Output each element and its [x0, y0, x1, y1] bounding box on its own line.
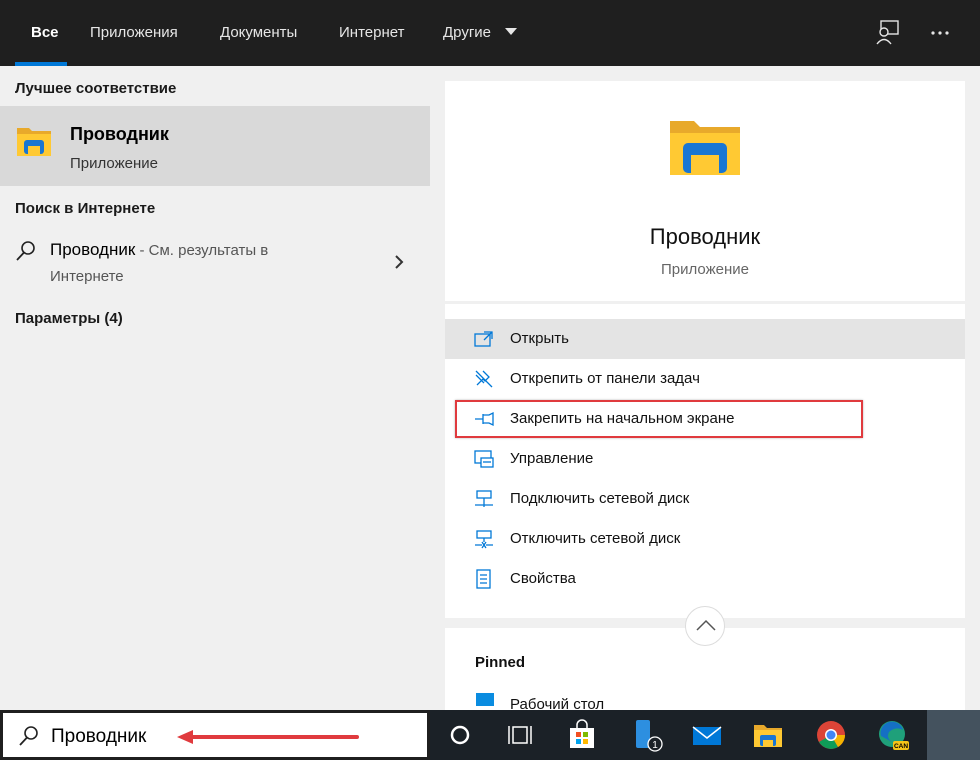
action-disconnect-label: Отключить сетевой диск [510, 530, 681, 547]
pinned-heading: Pinned [475, 654, 526, 671]
web-search-result[interactable]: Проводник - См. результаты в Интернете [0, 232, 430, 292]
store-icon[interactable] [565, 718, 599, 752]
tab-web[interactable]: Интернет [339, 0, 404, 66]
tab-documents[interactable]: Документы [220, 0, 297, 66]
chrome-icon[interactable] [814, 718, 848, 752]
phone-icon[interactable]: 1 [630, 718, 664, 752]
action-properties[interactable]: Свойства [445, 559, 965, 599]
web-result-line2: Интернете [50, 268, 124, 285]
app-subtitle: Приложение [661, 261, 749, 278]
phone-badge: 1 [652, 740, 658, 751]
disconnect-drive-icon [475, 530, 493, 549]
properties-icon [476, 569, 491, 589]
action-manage[interactable]: Управление [445, 439, 965, 479]
search-input[interactable]: Проводник [51, 726, 146, 748]
action-unpin-taskbar[interactable]: Открепить от панели задач [445, 359, 965, 399]
web-search-heading: Поиск в Интернете [15, 200, 156, 217]
folder-icon [17, 128, 51, 156]
chevron-right-icon[interactable] [393, 254, 405, 270]
chevron-down-icon [505, 28, 517, 35]
best-match-item[interactable]: Проводник Приложение [0, 106, 430, 186]
feedback-person-icon[interactable] [873, 18, 903, 48]
collapse-button[interactable] [685, 606, 725, 646]
cortana-icon[interactable] [443, 718, 477, 752]
action-properties-label: Свойства [510, 570, 576, 587]
results-panel: Лучшее соответствие Проводник Приложение… [0, 66, 430, 710]
app-title: Проводник [649, 224, 761, 249]
action-disconnect-drive[interactable]: Отключить сетевой диск [445, 519, 965, 559]
edge-badge: CAN [894, 743, 908, 750]
taskbar-search-box[interactable]: Проводник [0, 710, 430, 760]
search-icon [19, 726, 38, 746]
file-explorer-icon[interactable] [751, 718, 785, 752]
app-actions-list: Открыть Открепить от панели задач Закреп… [445, 304, 965, 618]
desktop-icon [476, 693, 494, 706]
map-drive-icon [475, 490, 493, 507]
action-open[interactable]: Открыть [445, 319, 965, 359]
chevron-up-icon [696, 619, 716, 631]
task-view-icon[interactable] [503, 718, 537, 752]
taskbar: 1 CAN [430, 710, 980, 760]
web-result-suffix: - См. результаты в [135, 242, 269, 259]
more-dots-icon[interactable] [925, 18, 955, 48]
manage-icon [474, 450, 494, 468]
highlight-annotation-box [455, 400, 863, 438]
settings-heading[interactable]: Параметры (4) [15, 310, 123, 327]
preview-panel: Проводник Приложение Открыть Открепить о… [430, 66, 980, 713]
unpin-icon [475, 370, 493, 388]
web-result-query: Проводник [50, 240, 136, 259]
tab-more[interactable]: Другие [443, 0, 491, 66]
open-icon [474, 331, 493, 347]
best-match-title: Проводник [70, 124, 169, 144]
action-map-drive-label: Подключить сетевой диск [510, 490, 690, 507]
best-match-subtitle: Приложение [70, 155, 158, 172]
best-match-heading: Лучшее соответствие [15, 80, 177, 97]
tab-apps[interactable]: Приложения [90, 0, 178, 66]
tab-all[interactable]: Все [31, 0, 59, 66]
app-preview-card: Проводник Приложение [445, 81, 965, 301]
action-open-label: Открыть [510, 330, 569, 347]
show-desktop-button[interactable] [927, 710, 980, 760]
action-map-drive[interactable]: Подключить сетевой диск [445, 479, 965, 519]
search-scope-bar: Все Приложения Документы Интернет Другие [0, 0, 980, 66]
action-unpin-label: Открепить от панели задач [510, 370, 700, 387]
web-result-title: Проводник - См. результаты в [50, 240, 268, 260]
action-manage-label: Управление [510, 450, 594, 467]
mail-icon[interactable] [690, 718, 724, 752]
arrow-annotation-icon [177, 730, 359, 744]
search-icon [16, 241, 35, 261]
edge-canary-icon[interactable]: CAN [876, 718, 910, 752]
folder-icon [670, 121, 740, 175]
